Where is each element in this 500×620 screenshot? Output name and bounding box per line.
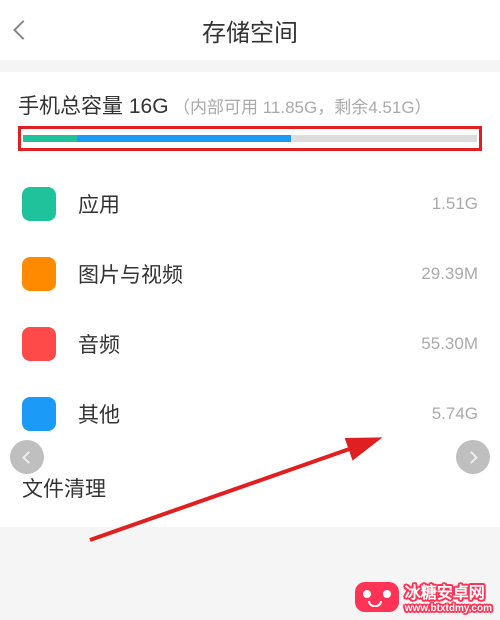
category-row-photos[interactable]: 图片与视频 29.39M (0, 239, 500, 309)
chevron-left-icon (22, 451, 35, 464)
watermark-text: 冰糖安卓网 (405, 579, 492, 603)
category-color-icon (22, 257, 56, 291)
back-icon[interactable] (13, 20, 33, 40)
watermark-logo-icon (355, 582, 399, 612)
storage-total: 16G (129, 95, 169, 118)
category-size: 5.74G (432, 404, 478, 424)
category-label: 其他 (78, 399, 432, 429)
category-label: 图片与视频 (78, 259, 421, 289)
watermark-url: www.btxtdmy.com (405, 603, 492, 614)
category-color-icon (22, 327, 56, 361)
header-bar: 存储空间 (0, 0, 500, 60)
highlight-annotation (18, 126, 482, 151)
progress-segment-apps (23, 135, 77, 142)
category-color-icon (22, 187, 56, 221)
watermark-textblock: 冰糖安卓网 www.btxtdmy.com (405, 579, 492, 614)
category-label: 音频 (78, 329, 421, 359)
storage-detail: （内部可用 11.85G，剩余4.51G） (173, 98, 432, 117)
progress-segment-other (77, 135, 290, 142)
category-size: 1.51G (432, 194, 478, 214)
page-title: 存储空间 (202, 13, 298, 48)
category-row-audio[interactable]: 音频 55.30M (0, 309, 500, 379)
storage-title-prefix: 手机总容量 (18, 95, 129, 118)
category-list: 应用 1.51G 图片与视频 29.39M 音频 55.30M 其他 5.74G (0, 169, 500, 449)
annotation-arrow-icon (85, 430, 395, 550)
storage-text-line: 手机总容量 16G （内部可用 11.85G，剩余4.51G） (18, 90, 482, 120)
storage-progress-bar (23, 135, 477, 142)
category-row-apps[interactable]: 应用 1.51G (0, 169, 500, 239)
storage-summary: 手机总容量 16G （内部可用 11.85G，剩余4.51G） (0, 72, 500, 169)
category-color-icon (22, 397, 56, 431)
chevron-right-icon (465, 451, 478, 464)
carousel-prev-button[interactable] (10, 440, 44, 474)
category-label: 应用 (78, 189, 432, 219)
watermark: 冰糖安卓网 www.btxtdmy.com (355, 579, 492, 614)
carousel-next-button[interactable] (456, 440, 490, 474)
category-size: 29.39M (421, 264, 478, 284)
category-size: 55.30M (421, 334, 478, 354)
